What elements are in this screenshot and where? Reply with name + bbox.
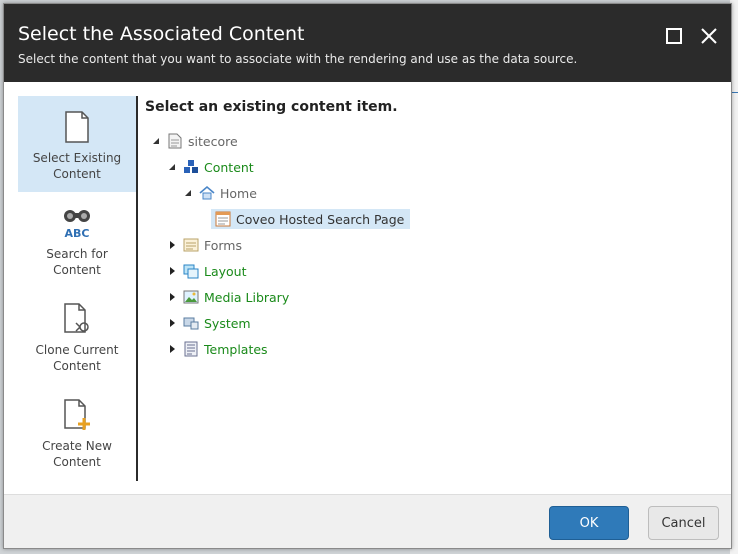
tree-label[interactable]: Templates [204, 342, 268, 357]
page-icon [167, 133, 183, 149]
clone-document-icon [60, 302, 94, 336]
layout-icon [183, 263, 199, 279]
tree-label[interactable]: Layout [204, 264, 247, 279]
svg-text:ABC: ABC [65, 227, 90, 240]
binoculars-abc-icon: ABC [60, 206, 94, 240]
dialog-subtitle: Select the content that you want to asso… [18, 52, 578, 66]
forms-icon [183, 237, 199, 253]
template-icon [183, 341, 199, 357]
tree-node-sitecore: sitecore [149, 130, 238, 152]
tree-node-coveo-hosted-search-page: Coveo Hosted Search Page [197, 208, 411, 230]
expand-arrow-expanded[interactable] [149, 134, 163, 148]
expand-arrow-collapsed[interactable] [165, 264, 179, 278]
sidebar: Select Existing Content ABC Search for C… [18, 96, 138, 481]
tree-label[interactable]: sitecore [188, 134, 238, 149]
tree-label[interactable]: Content [204, 160, 254, 175]
close-icon [701, 28, 717, 44]
tree-node-home: Home [181, 182, 257, 204]
sidebar-item-label: Search for Content [46, 247, 108, 277]
expand-arrow-collapsed[interactable] [165, 290, 179, 304]
tree-node-layout: Layout [165, 260, 247, 282]
associated-content-dialog: Select the Associated Content Select the… [3, 3, 732, 549]
expand-arrow-expanded[interactable] [165, 160, 179, 174]
sidebar-item-search[interactable]: ABC Search for Content [18, 192, 136, 288]
web-page-icon [215, 211, 231, 227]
document-icon [60, 110, 94, 144]
expand-arrow-none [197, 212, 211, 226]
dialog-header: Select the Associated Content Select the… [4, 4, 731, 82]
tree-node-system: System [165, 312, 251, 334]
page-title: Select an existing content item. [145, 99, 398, 115]
tree-node-media-library: Media Library [165, 286, 289, 308]
expand-arrow-collapsed[interactable] [165, 342, 179, 356]
new-document-icon [60, 398, 94, 432]
dialog-title: Select the Associated Content [18, 23, 305, 45]
sidebar-item-select-existing[interactable]: Select Existing Content [18, 96, 136, 192]
tree-label[interactable]: System [204, 316, 251, 331]
sidebar-item-clone[interactable]: Clone Current Content [18, 288, 136, 384]
expand-arrow-expanded[interactable] [181, 186, 195, 200]
image-icon [183, 289, 199, 305]
maximize-icon [666, 28, 682, 44]
tree-node-forms: Forms [165, 234, 242, 256]
ok-button[interactable]: OK [549, 506, 629, 540]
system-icon [183, 315, 199, 331]
content-tree-panel: Select an existing content item. sitecor… [145, 96, 730, 491]
tree-label[interactable]: Home [220, 186, 257, 201]
sidebar-item-label: Create New Content [42, 439, 112, 469]
tree-label[interactable]: Forms [204, 238, 242, 253]
close-button[interactable] [697, 24, 721, 48]
tree-label[interactable]: Media Library [204, 290, 289, 305]
maximize-button[interactable] [662, 24, 686, 48]
selected-tree-item[interactable]: Coveo Hosted Search Page [211, 209, 411, 229]
tree-node-templates: Templates [165, 338, 268, 360]
dialog-footer: OK Cancel [4, 494, 731, 548]
cancel-button[interactable]: Cancel [648, 506, 719, 540]
sidebar-item-create-new[interactable]: Create New Content [18, 384, 136, 480]
sidebar-item-label: Clone Current Content [35, 343, 119, 373]
tree-label: Coveo Hosted Search Page [236, 211, 405, 227]
sidebar-item-label: Select Existing Content [32, 151, 122, 181]
tree-node-content: Content [165, 156, 254, 178]
expand-arrow-collapsed[interactable] [165, 316, 179, 330]
home-icon [199, 185, 215, 201]
expand-arrow-collapsed[interactable] [165, 238, 179, 252]
cubes-icon [183, 159, 199, 175]
